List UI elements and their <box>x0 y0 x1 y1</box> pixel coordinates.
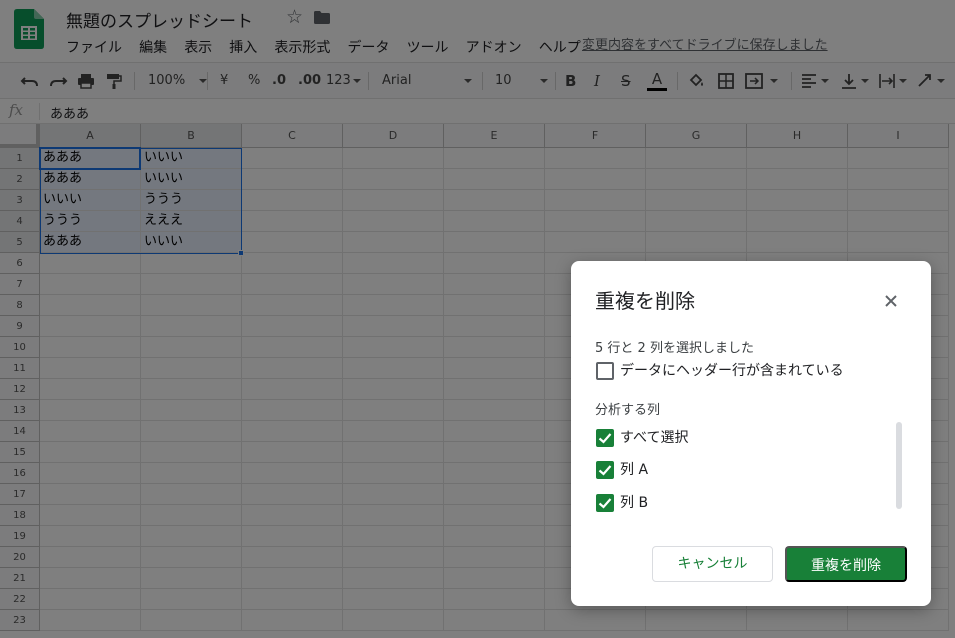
checkmark-icon <box>598 498 612 509</box>
column-a-checkbox[interactable] <box>596 461 614 479</box>
close-icon[interactable] <box>879 289 903 313</box>
columns-section-label: 分析する列 <box>595 403 661 418</box>
cancel-button[interactable]: キャンセル <box>652 546 773 582</box>
select-all-checkbox-row[interactable]: すべて選択 <box>595 427 755 449</box>
select-all-label: すべて選択 <box>620 430 689 446</box>
header-row-checkbox-label: データにヘッダー行が含まれている <box>620 363 844 379</box>
dialog-title: 重複を削除 <box>595 289 695 313</box>
select-all-checkbox[interactable] <box>596 429 614 447</box>
columns-scrollbar[interactable] <box>896 422 902 509</box>
remove-duplicates-button[interactable]: 重複を削除 <box>785 546 907 582</box>
header-row-checkbox[interactable] <box>596 362 614 380</box>
checkmark-icon <box>598 465 612 476</box>
remove-duplicates-dialog: 重複を削除 5 行と 2 列を選択しました データにヘッダー行が含まれている 分… <box>571 261 931 606</box>
checkmark-icon <box>598 433 612 444</box>
column-b-checkbox[interactable] <box>596 494 614 512</box>
column-b-label: 列 B <box>620 495 649 511</box>
column-b-checkbox-row[interactable]: 列 B <box>595 492 755 514</box>
column-a-label: 列 A <box>620 462 649 478</box>
selection-summary: 5 行と 2 列を選択しました <box>595 341 754 356</box>
header-row-checkbox-row[interactable]: データにヘッダー行が含まれている <box>595 360 875 382</box>
column-a-checkbox-row[interactable]: 列 A <box>595 459 755 481</box>
